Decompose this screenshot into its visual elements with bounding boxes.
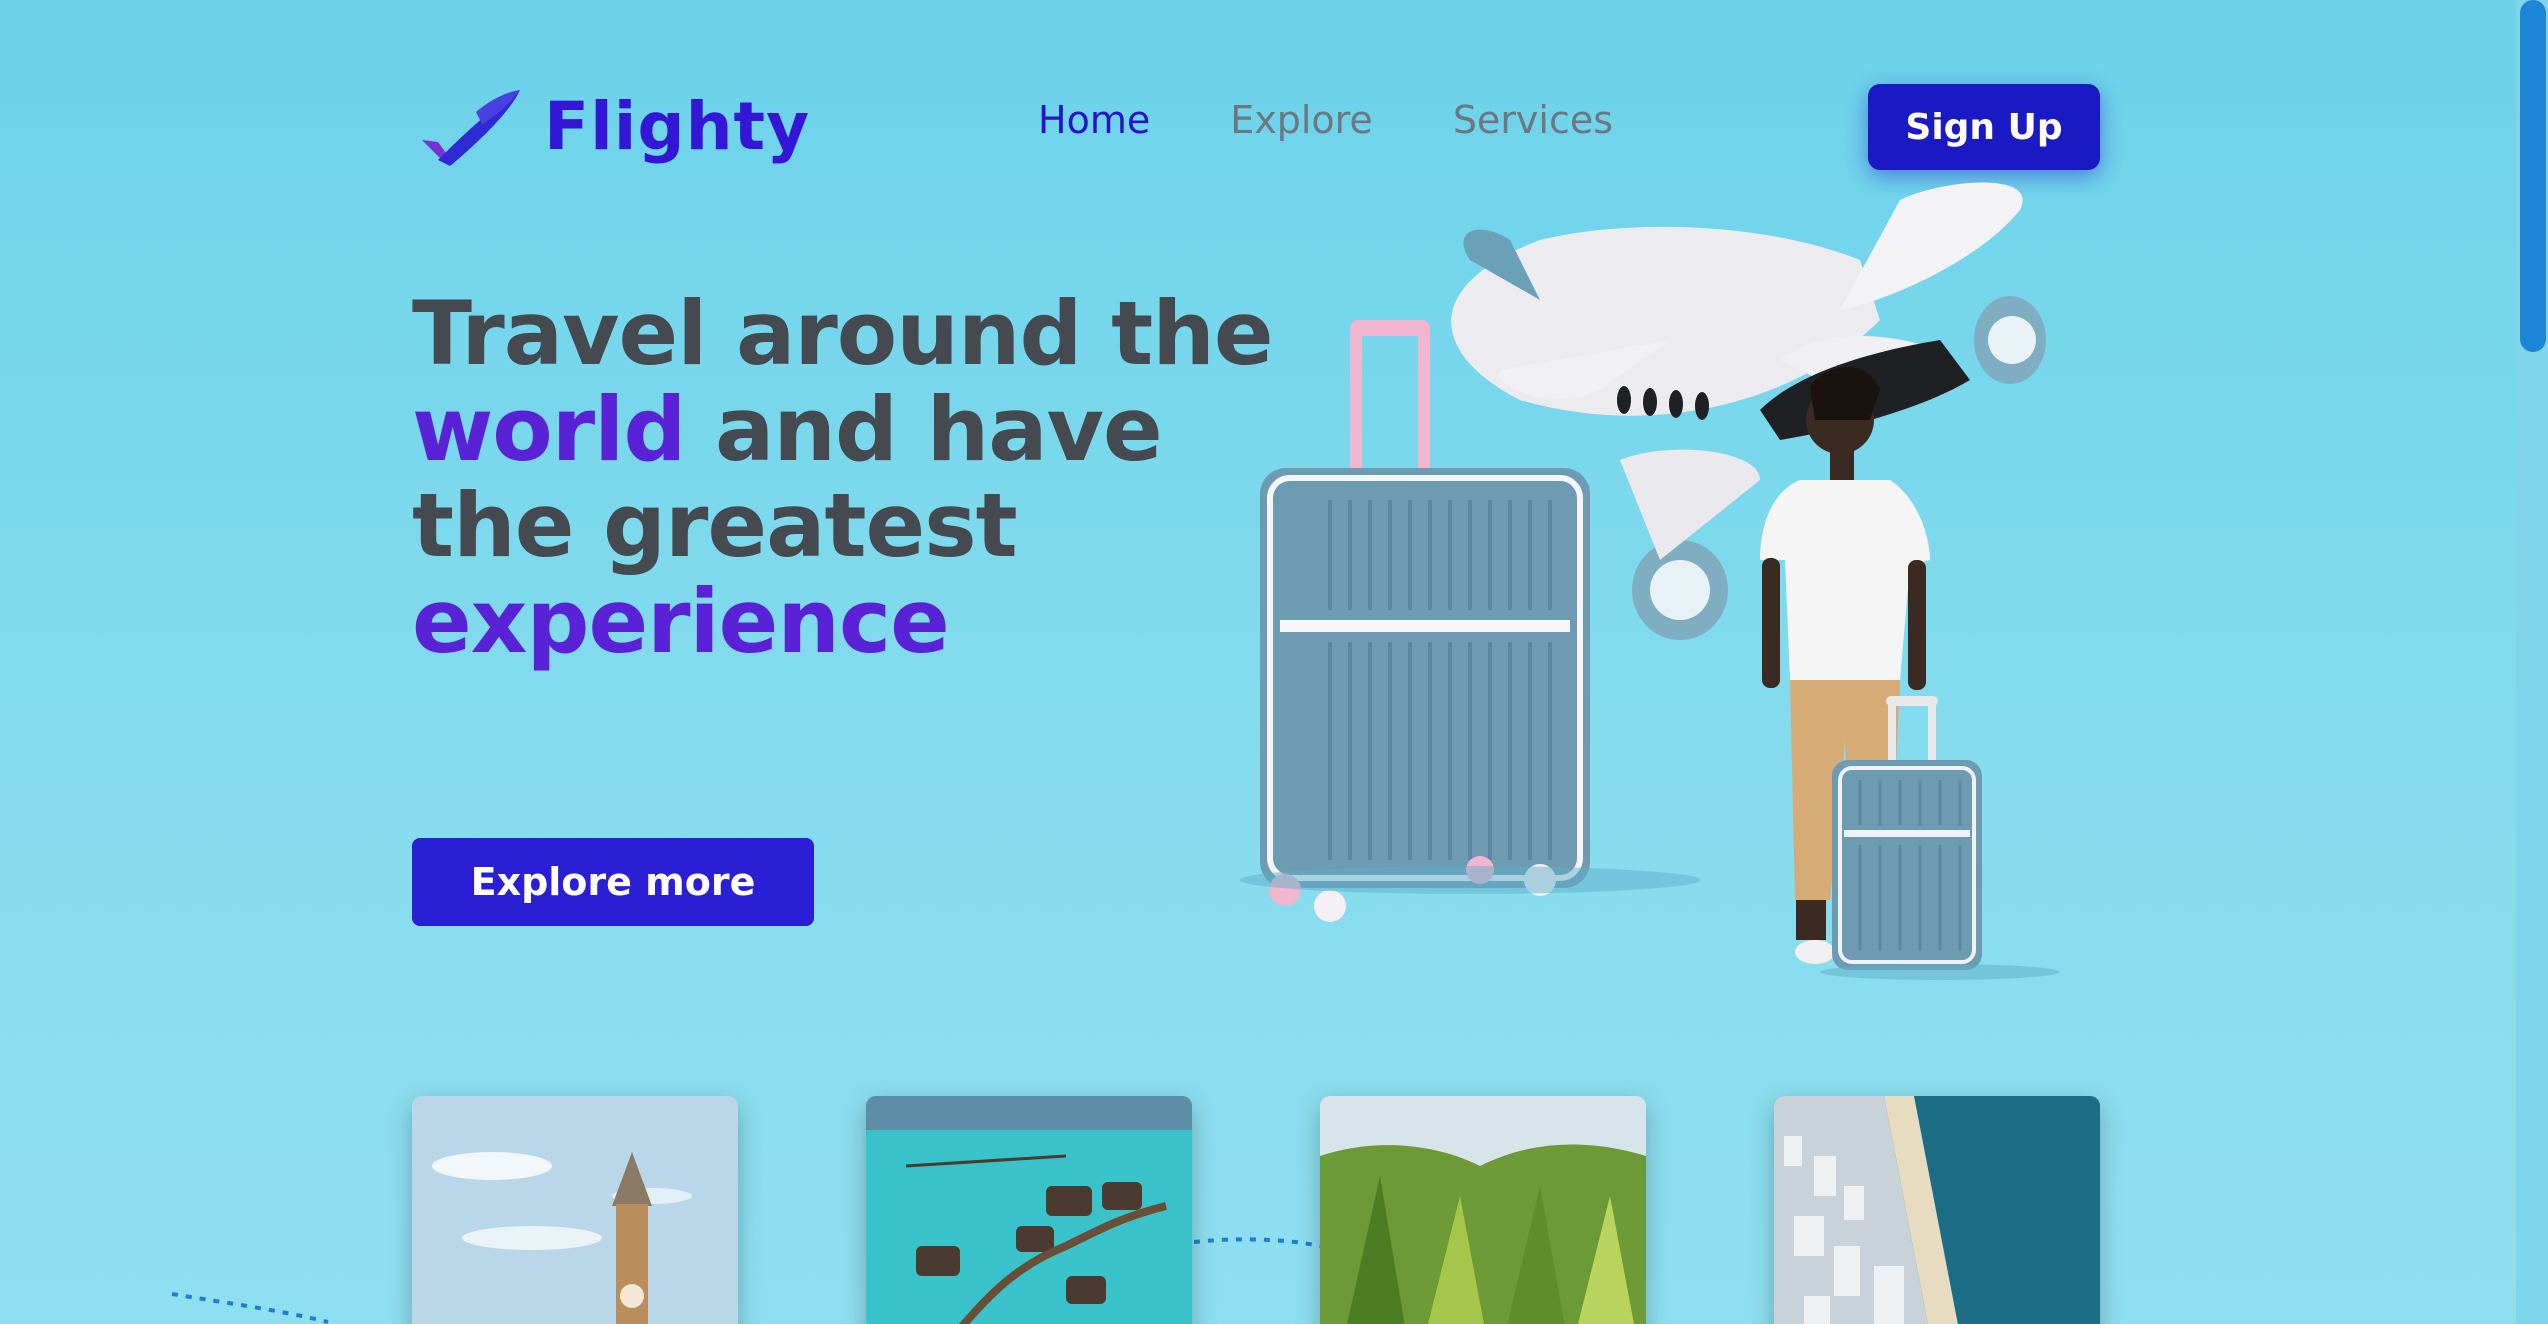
nav-services[interactable]: Services [1453,98,1613,142]
hero-highlight-experience: experience [412,570,950,673]
brand-name: Flighty [544,87,811,165]
scrollbar-thumb[interactable] [2520,0,2546,352]
sign-up-button[interactable]: Sign Up [1868,84,2100,170]
traveler-illustration [1240,182,2060,980]
destination-card-coastal-city[interactable] [1774,1096,2100,1324]
hero-line-2: and have [685,378,1163,481]
coastal-city-image [1774,1096,2100,1324]
big-ben-image [412,1096,738,1324]
brand-logo[interactable]: Flighty [416,82,810,170]
destination-card-bungalows[interactable] [866,1096,1192,1324]
main-nav: Home Explore Services [1038,98,1613,142]
dotted-route-middle [1193,1237,1321,1248]
hero-line-1: Travel around the [412,282,1274,385]
page-scrollbar[interactable] [2516,0,2548,1324]
plane-checkmark-icon [422,90,520,166]
green-mountains-image [1320,1096,1646,1324]
hero-highlight-world: world [412,378,686,481]
destination-card-big-ben[interactable] [412,1096,738,1324]
hero-heading: Travel around the world and have the gre… [412,286,1292,670]
dotted-route-left [171,1292,329,1324]
nav-explore[interactable]: Explore [1230,98,1373,142]
explore-more-button[interactable]: Explore more [412,838,814,926]
overwater-bungalows-image [866,1096,1192,1324]
hero-line-3: the greatest [412,474,1018,577]
destination-card-mountains[interactable] [1320,1096,1646,1324]
nav-home[interactable]: Home [1038,98,1150,142]
